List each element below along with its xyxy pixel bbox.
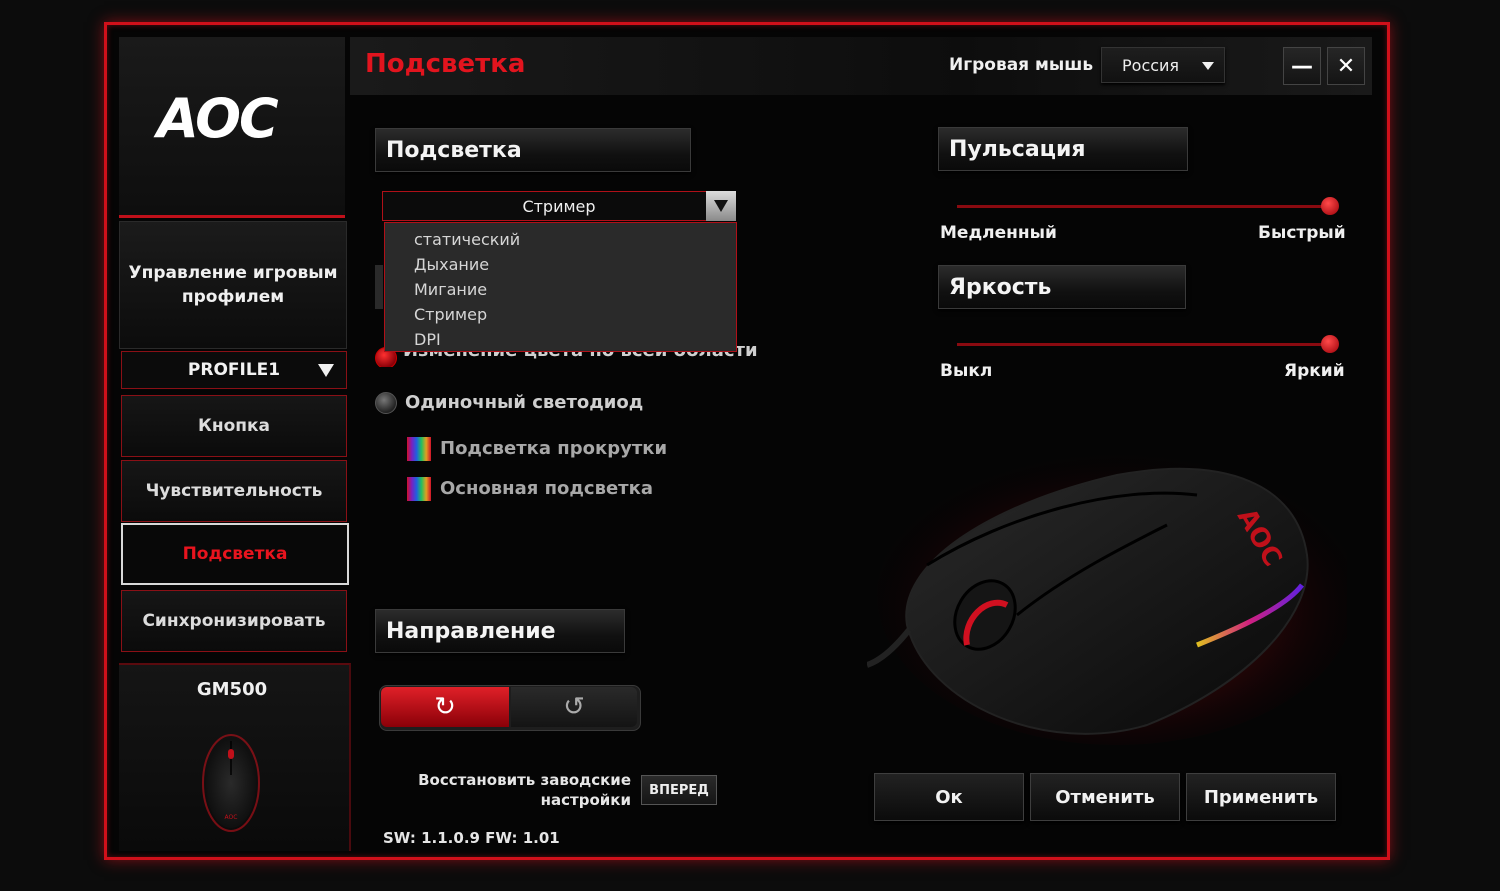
- language-select-value: Россия: [1122, 55, 1180, 75]
- obscured-section-header: [375, 265, 383, 309]
- single-led-radio[interactable]: [375, 392, 397, 414]
- cancel-button[interactable]: Отменить: [1030, 773, 1180, 821]
- direction-section-header: Направление: [375, 609, 625, 653]
- reset-defaults-label: Восстановить заводские настройки: [418, 771, 631, 809]
- mouse-thumbnail-icon: AOC: [202, 734, 260, 832]
- lighting-mode-option[interactable]: Мигание: [385, 277, 736, 302]
- lighting-mode-option[interactable]: DPI: [385, 327, 736, 352]
- brightness-section-label: Яркость: [949, 274, 1052, 300]
- page-title: Подсветка: [365, 49, 526, 79]
- lighting-mode-value: Стример: [522, 196, 596, 216]
- ok-button-label: Ок: [935, 786, 963, 808]
- rotate-clockwise-icon: ↻: [434, 692, 456, 722]
- main-light-label: Основная подсветка: [440, 478, 653, 499]
- nav-sync[interactable]: Синхронизировать: [121, 590, 347, 652]
- scroll-light-label: Подсветка прокрутки: [440, 438, 668, 459]
- nav-lighting-label: Подсветка: [182, 544, 288, 564]
- cancel-button-label: Отменить: [1055, 786, 1155, 808]
- profile-select-value: PROFILE1: [187, 360, 281, 380]
- direction-section-label: Направление: [386, 618, 556, 644]
- nav-button[interactable]: Кнопка: [121, 395, 347, 457]
- version-info: SW: 1.1.0.9 FW: 1.01: [383, 829, 560, 847]
- pulse-section-label: Пульсация: [949, 136, 1086, 162]
- profile-management-label: Управление игровым профилем: [128, 263, 338, 307]
- pulse-max-label: Быстрый: [1258, 223, 1346, 243]
- minimize-button[interactable]: —: [1283, 47, 1321, 85]
- lighting-mode-select[interactable]: Стример: [382, 191, 736, 221]
- svg-text:AOC: AOC: [225, 814, 238, 821]
- profile-select[interactable]: PROFILE1: [121, 351, 347, 389]
- app-window: AOC Управление игровым профилем PROFILE1…: [104, 22, 1390, 860]
- lighting-section-header: Подсветка: [375, 128, 691, 172]
- nav-sensitivity-label: Чувствительность: [145, 481, 323, 501]
- reset-defaults-button-label: ВПЕРЕД: [649, 782, 709, 798]
- brightness-section-header: Яркость: [938, 265, 1186, 309]
- aoc-logo: AOC: [157, 87, 279, 150]
- reset-defaults-button[interactable]: ВПЕРЕД: [641, 775, 717, 805]
- scroll-light-color-swatch[interactable]: [407, 437, 431, 461]
- brightness-max-label: Яркий: [1284, 361, 1345, 381]
- ok-button[interactable]: Ок: [874, 773, 1024, 821]
- device-type-label: Игровая мышь: [949, 55, 1094, 75]
- lighting-section-label: Подсветка: [386, 137, 522, 163]
- apply-button-label: Применить: [1203, 786, 1319, 808]
- language-select[interactable]: Россия: [1101, 47, 1225, 83]
- direction-counterclockwise-button[interactable]: ↺: [511, 687, 637, 727]
- profile-management-button[interactable]: Управление игровым профилем: [119, 221, 347, 349]
- nav-sync-label: Синхронизировать: [142, 611, 326, 631]
- pulse-slider-track[interactable]: [957, 205, 1329, 208]
- lighting-mode-dropdown-button[interactable]: [706, 191, 736, 221]
- device-model-name: GM500: [196, 679, 268, 700]
- direction-clockwise-button[interactable]: ↻: [381, 687, 509, 727]
- lighting-mode-options: статический Дыхание Мигание Стример DPI: [384, 222, 737, 352]
- close-icon: ✕: [1336, 53, 1356, 79]
- brightness-slider-knob[interactable]: [1321, 335, 1339, 353]
- minimize-icon: —: [1291, 53, 1313, 79]
- single-led-label: Одиночный светодиод: [405, 392, 644, 413]
- brightness-min-label: Выкл: [940, 361, 993, 381]
- pulse-section-header: Пульсация: [938, 127, 1188, 171]
- rotate-counterclockwise-icon: ↺: [563, 692, 585, 722]
- mouse-illustration: AOC: [867, 445, 1347, 745]
- chevron-down-icon: [1202, 62, 1214, 70]
- pulse-min-label: Медленный: [940, 223, 1057, 243]
- lighting-mode-option[interactable]: статический: [385, 227, 736, 252]
- chevron-down-icon: [318, 364, 334, 377]
- lighting-mode-option[interactable]: Дыхание: [385, 252, 736, 277]
- nav-lighting[interactable]: Подсветка: [121, 523, 349, 585]
- lighting-mode-option[interactable]: Стример: [385, 302, 736, 327]
- close-button[interactable]: ✕: [1327, 47, 1365, 85]
- chevron-down-icon: [714, 200, 728, 212]
- brightness-slider-track[interactable]: [957, 343, 1329, 346]
- nav-button-label: Кнопка: [197, 416, 271, 436]
- apply-button[interactable]: Применить: [1186, 773, 1336, 821]
- pulse-slider-knob[interactable]: [1321, 197, 1339, 215]
- main-light-color-swatch[interactable]: [407, 477, 431, 501]
- nav-sensitivity[interactable]: Чувствительность: [121, 460, 347, 522]
